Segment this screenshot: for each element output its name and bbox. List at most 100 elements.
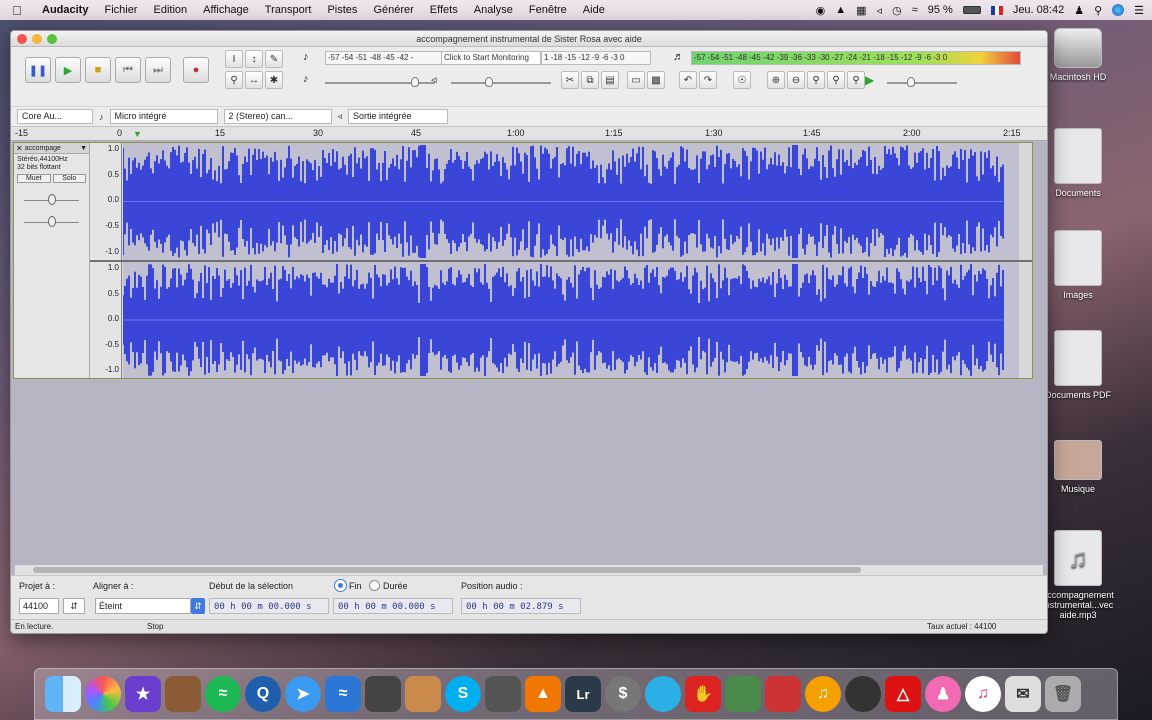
- track-name-button[interactable]: accompage: [25, 145, 80, 152]
- notification-center-icon[interactable]: ☰: [1134, 4, 1144, 17]
- menu-fichier[interactable]: Fichier: [96, 4, 145, 16]
- skip-to-end-button[interactable]: ⏭: [145, 57, 171, 83]
- redo-icon[interactable]: ↷: [699, 71, 717, 89]
- audio-position-time[interactable]: 00 h 00 m 02.879 s: [461, 598, 581, 614]
- apple-menu-icon[interactable]: : [0, 3, 34, 18]
- battery-percent[interactable]: 95 %: [928, 4, 953, 16]
- mail-icon[interactable]: ✉: [1005, 676, 1041, 712]
- channel-scale-bottom[interactable]: 1.0 0.5 0.0 -0.5 -1.0: [90, 262, 122, 378]
- audio-host-select[interactable]: Core Au...: [17, 109, 93, 124]
- waveform-channel-right[interactable]: [123, 262, 1019, 378]
- project-rate-field[interactable]: 44100: [19, 598, 59, 614]
- audio-track[interactable]: ✕ accompage ▼ Stéréo,44100Hz 32 bits flo…: [13, 142, 1033, 379]
- printer-icon[interactable]: [365, 676, 401, 712]
- status-volume-icon[interactable]: ◃: [877, 4, 883, 17]
- selection-end-time[interactable]: 00 h 00 m 00.000 s: [333, 598, 453, 614]
- play-speed-knob[interactable]: [907, 77, 915, 87]
- radio-length-icon[interactable]: [369, 580, 380, 591]
- playhead-marker-icon[interactable]: ▼: [133, 129, 142, 139]
- scrollbar-thumb[interactable]: [33, 567, 861, 573]
- speedometer-icon[interactable]: [845, 676, 881, 712]
- dollar-icon[interactable]: $: [605, 676, 641, 712]
- envelope-tool-icon[interactable]: ↕: [245, 50, 263, 68]
- trim-icon[interactable]: ▭: [627, 71, 645, 89]
- stop-button[interactable]: ■: [85, 57, 111, 83]
- zoom-in-icon[interactable]: ⊕: [767, 71, 785, 89]
- track-area[interactable]: ✕ accompage ▼ Stéréo,44100Hz 32 bits flo…: [11, 141, 1047, 581]
- radio-length-label[interactable]: Durée: [383, 581, 408, 591]
- zoom-out-icon[interactable]: ⊖: [787, 71, 805, 89]
- lightroom-icon[interactable]: Lr: [565, 676, 601, 712]
- close-window-icon[interactable]: [17, 34, 27, 44]
- record-meter-right[interactable]: 1 -18 -15 -12 -9 -6 -3 0: [541, 51, 651, 65]
- status-grid-icon[interactable]: ▦: [856, 4, 866, 17]
- speaker-meter-icon[interactable]: ♬: [673, 51, 684, 63]
- menu-generer[interactable]: Générer: [365, 4, 421, 16]
- skype-icon[interactable]: S: [445, 676, 481, 712]
- time-shift-tool-icon[interactable]: ↔: [245, 71, 263, 89]
- snap-to-chevron-icon[interactable]: ⇵: [191, 598, 205, 614]
- globe-icon[interactable]: [645, 676, 681, 712]
- safari-icon[interactable]: ➤: [285, 676, 321, 712]
- menu-transport[interactable]: Transport: [257, 4, 320, 16]
- zoom-toggle-icon[interactable]: ⚲: [847, 71, 865, 89]
- status-clock-icon[interactable]: ◷: [892, 4, 902, 17]
- photos-icon[interactable]: [85, 676, 121, 712]
- preview-icon[interactable]: [405, 676, 441, 712]
- channels-select[interactable]: 2 (Stereo) can...: [223, 109, 332, 124]
- minimize-window-icon[interactable]: [32, 34, 42, 44]
- clock-text[interactable]: Jeu. 08:42: [1013, 4, 1064, 16]
- french-flag-icon[interactable]: [990, 5, 1003, 15]
- spotify-icon[interactable]: ≈: [205, 676, 241, 712]
- stop-icon[interactable]: ✋: [685, 676, 721, 712]
- undo-icon[interactable]: ↶: [679, 71, 697, 89]
- paste-icon[interactable]: ▤: [601, 71, 619, 89]
- play-at-speed-icon[interactable]: ▶: [865, 73, 874, 87]
- title-bar[interactable]: accompagnement instrumental de Sister Ro…: [11, 31, 1047, 47]
- zoom-window-icon[interactable]: [47, 34, 57, 44]
- silence-icon[interactable]: ▩: [647, 71, 665, 89]
- menu-aide[interactable]: Aide: [575, 4, 613, 16]
- xcode-icon[interactable]: ≈: [325, 676, 361, 712]
- playback-volume-slider[interactable]: [451, 82, 551, 84]
- record-meter[interactable]: -57 -54 -51 -48 -45 -42 -: [325, 51, 451, 65]
- wifi-icon[interactable]: ≈: [912, 4, 918, 16]
- snap-to-select[interactable]: Éteint: [95, 598, 191, 614]
- record-volume-knob[interactable]: [411, 77, 419, 87]
- playback-volume-knob[interactable]: [485, 77, 493, 87]
- status-record-icon[interactable]: ◉: [816, 4, 826, 17]
- itunes-icon[interactable]: ♫: [965, 676, 1001, 712]
- pause-button[interactable]: ❚❚: [25, 57, 51, 83]
- record-volume-icon[interactable]: ♪: [303, 73, 309, 85]
- fit-selection-icon[interactable]: ⚲: [807, 71, 825, 89]
- channel-scale-top[interactable]: 1.0 0.5 0.0 -0.5 -1.0: [90, 143, 122, 260]
- track-menu-chevron-icon[interactable]: ▼: [80, 145, 87, 152]
- zoom-tool-icon[interactable]: ⚲: [225, 71, 243, 89]
- spotlight-search-icon[interactable]: ⚲: [1094, 4, 1102, 17]
- playback-meter[interactable]: -57 -54 -51 -48 -45 -42 -39 -36 -33 -30 …: [691, 51, 1021, 65]
- itunes-person-icon[interactable]: ♟: [925, 676, 961, 712]
- disk-utility-icon[interactable]: [485, 676, 521, 712]
- pan-slider[interactable]: [14, 213, 89, 231]
- trash-icon[interactable]: 🗑: [1045, 676, 1081, 712]
- selection-start-time[interactable]: 00 h 00 m 00.000 s: [209, 598, 329, 614]
- vlc-icon[interactable]: ▲: [525, 676, 561, 712]
- menu-edition[interactable]: Edition: [145, 4, 195, 16]
- menu-fenetre[interactable]: Fenêtre: [521, 4, 575, 16]
- radio-end-label[interactable]: Fin: [349, 581, 362, 591]
- play-speed-slider[interactable]: [887, 82, 957, 84]
- siri-icon[interactable]: [1112, 4, 1125, 16]
- draw-tool-icon[interactable]: ✎: [265, 50, 283, 68]
- acrobat-icon[interactable]: △: [885, 676, 921, 712]
- radio-end-icon[interactable]: [335, 580, 346, 591]
- user-icon[interactable]: ♟: [1074, 4, 1084, 17]
- monitor-icon[interactable]: [725, 676, 761, 712]
- menu-pistes[interactable]: Pistes: [319, 4, 365, 16]
- finder-icon[interactable]: [45, 676, 81, 712]
- menu-app-name[interactable]: Audacity: [34, 4, 96, 16]
- playback-volume-icon[interactable]: ◃: [431, 73, 437, 86]
- cut-icon[interactable]: ✂: [561, 71, 579, 89]
- play-button[interactable]: ▶: [55, 57, 81, 83]
- menu-affichage[interactable]: Affichage: [195, 4, 257, 16]
- horizontal-scrollbar[interactable]: [15, 565, 1043, 575]
